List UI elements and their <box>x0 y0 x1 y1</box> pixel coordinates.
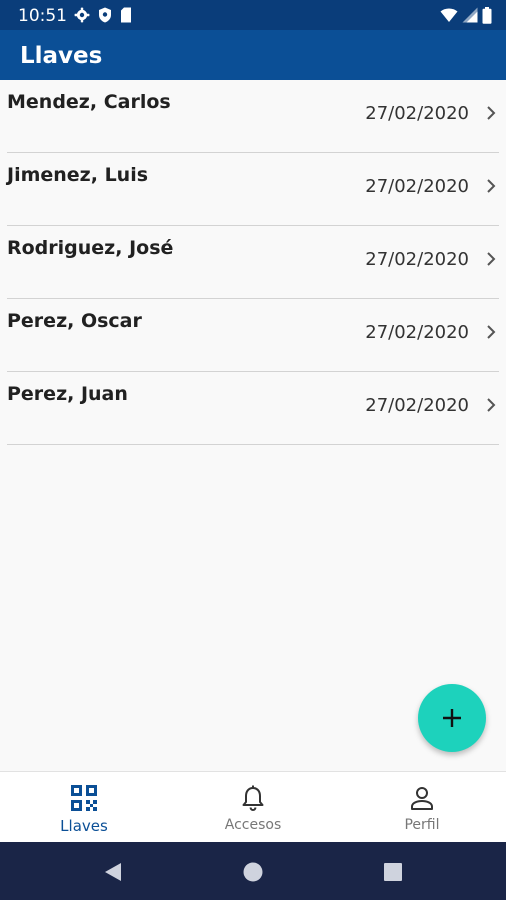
nav-label-perfil: Perfil <box>404 817 440 833</box>
list-item-name: Perez, Oscar <box>7 310 142 332</box>
add-key-button[interactable] <box>418 684 486 752</box>
shield-icon <box>99 7 111 23</box>
status-icons-right <box>440 6 492 24</box>
plus-icon <box>443 709 461 727</box>
nav-label-accesos: Accesos <box>224 817 282 833</box>
nav-label-llaves: Llaves <box>60 817 108 835</box>
bell-icon <box>242 785 264 812</box>
system-nav-bar <box>0 842 506 900</box>
list-item[interactable]: Perez, Oscar 27/02/2020 <box>7 299 499 372</box>
signal-icon <box>462 7 478 23</box>
status-bar: 10:51 <box>0 0 506 30</box>
list-item[interactable]: Jimenez, Luis 27/02/2020 <box>7 153 499 226</box>
list-item-name: Perez, Juan <box>7 383 128 405</box>
recents-icon[interactable] <box>381 860 405 884</box>
nav-item-llaves[interactable]: Llaves <box>0 772 168 843</box>
person-icon <box>411 787 433 810</box>
status-icons-left <box>74 6 132 24</box>
back-icon[interactable] <box>101 860 125 884</box>
sd-card-icon <box>121 7 131 23</box>
key-list: Mendez, Carlos 27/02/2020 Jimenez, Luis … <box>0 80 506 445</box>
chevron-right-icon <box>487 398 496 412</box>
chevron-right-icon <box>487 325 496 339</box>
list-item[interactable]: Mendez, Carlos 27/02/2020 <box>7 80 499 153</box>
status-time: 10:51 <box>18 6 67 26</box>
nav-item-accesos[interactable]: Accesos <box>169 772 337 843</box>
nav-item-perfil[interactable]: Perfil <box>338 772 506 843</box>
list-item[interactable]: Rodriguez, José 27/02/2020 <box>7 226 499 299</box>
home-icon[interactable] <box>241 860 265 884</box>
list-item[interactable]: Perez, Juan 27/02/2020 <box>7 372 499 445</box>
list-item-date: 27/02/2020 <box>365 322 469 343</box>
page-title: Llaves <box>20 43 103 69</box>
wifi-icon <box>440 8 458 22</box>
bottom-nav: Llaves Accesos Perfil <box>0 771 506 843</box>
chevron-right-icon <box>487 106 496 120</box>
list-item-name: Mendez, Carlos <box>7 91 171 113</box>
battery-icon <box>482 6 492 24</box>
chevron-right-icon <box>487 252 496 266</box>
list-item-date: 27/02/2020 <box>365 103 469 124</box>
list-item-date: 27/02/2020 <box>365 249 469 270</box>
qr-code-icon <box>71 785 97 811</box>
list-item-date: 27/02/2020 <box>365 176 469 197</box>
list-item-name: Rodriguez, José <box>7 237 174 259</box>
list-item-name: Jimenez, Luis <box>7 164 149 186</box>
app-bar: Llaves <box>0 30 506 80</box>
gear-icon <box>74 7 90 23</box>
list-item-date: 27/02/2020 <box>365 395 469 416</box>
chevron-right-icon <box>487 179 496 193</box>
